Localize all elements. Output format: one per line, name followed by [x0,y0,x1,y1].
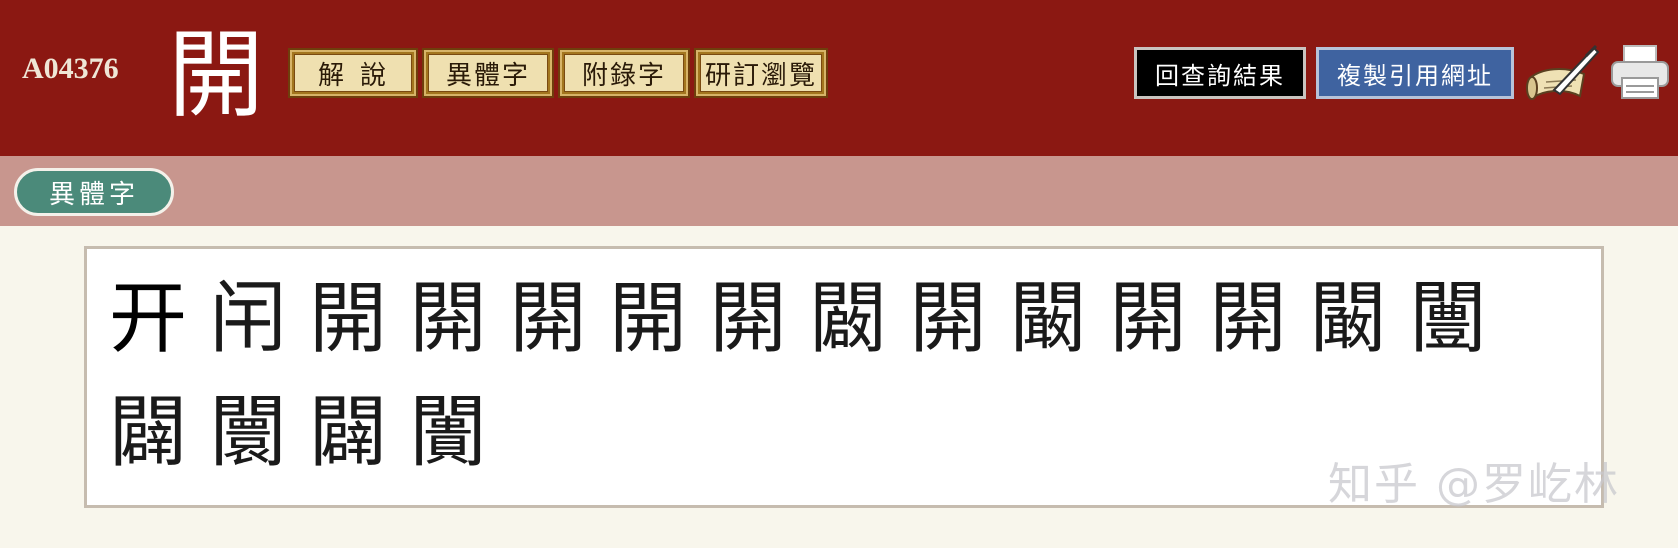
variant-character[interactable]: 閞 [1209,271,1309,385]
tab-bar: 解說 異體字 附錄字 研訂瀏覽 [288,48,832,98]
tab-explanation[interactable]: 解說 [288,48,418,98]
variant-character[interactable]: 開 [609,271,709,385]
tab-label: 研訂瀏覽 [700,54,822,92]
watermark: 知乎 @罗屹林 [1328,459,1620,510]
character-code: A04376 [22,52,119,85]
variant-character[interactable]: 閞 [1109,271,1209,385]
variant-character[interactable]: 闢 [309,385,409,499]
tab-label: 異體字 [428,54,548,92]
tab-research-browse[interactable]: 研訂瀏覽 [694,48,828,98]
tab-label: 解說 [294,54,412,92]
variant-character[interactable]: 閞 [409,271,509,385]
tab-variants[interactable]: 異體字 [422,48,554,98]
variant-character[interactable]: 閞 [709,271,809,385]
variant-character[interactable]: 闦 [1409,271,1509,385]
variant-character[interactable]: 閞 [909,271,1009,385]
variant-character[interactable]: 闞 [1309,271,1409,385]
variant-character[interactable]: 閞 [509,271,609,385]
variant-character[interactable]: 闬 [209,271,309,385]
tab-label: 附錄字 [564,54,684,92]
section-bar: 異體字 [0,156,1678,226]
variant-character[interactable]: 開 [309,271,409,385]
variant-character[interactable]: 闤 [209,385,309,499]
printer-icon[interactable] [1608,40,1672,104]
variant-character[interactable]: 闠 [409,385,509,499]
variant-list: 开闬開閞閞開閞闙閞闞閞閞闞闦闢闤闢闠 [109,271,1509,499]
variant-character[interactable]: 开 [109,271,209,385]
main-character: 開 [168,19,264,131]
header-bar: A04376 開 解說 異體字 附錄字 研訂瀏覽 回查詢結果 複製引用網址 [0,0,1678,156]
variant-character[interactable]: 闞 [1009,271,1109,385]
variant-character[interactable]: 闙 [809,271,909,385]
tab-appendix[interactable]: 附錄字 [558,48,690,98]
section-label-pill: 異體字 [14,168,174,216]
variant-character[interactable]: 闢 [109,385,209,499]
copy-citation-url-button[interactable]: 複製引用網址 [1316,47,1514,99]
back-to-results-button[interactable]: 回查詢結果 [1134,47,1306,99]
quill-scroll-icon[interactable] [1524,38,1602,108]
